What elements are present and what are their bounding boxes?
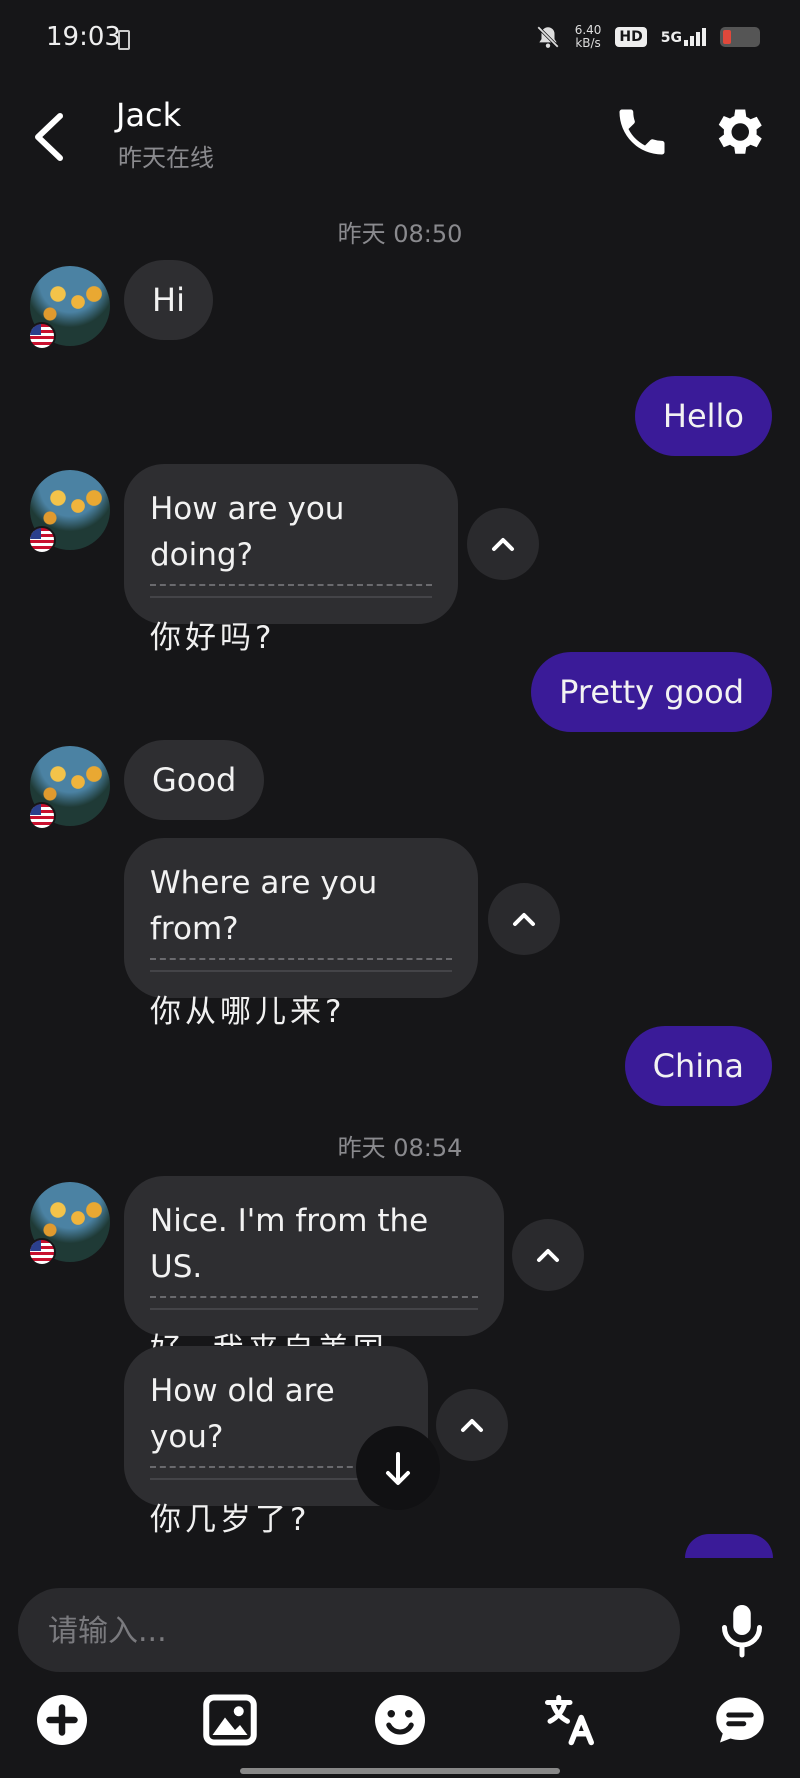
chat-button[interactable] xyxy=(710,1690,770,1750)
chevron-up-icon xyxy=(492,538,514,551)
chat-header: Jack 昨天在线 xyxy=(0,80,800,200)
mute-bell-icon xyxy=(536,26,559,48)
translated-text: 你好吗? xyxy=(150,620,276,656)
add-icon xyxy=(37,1695,87,1745)
outgoing-message[interactable]: Pretty good xyxy=(531,652,772,732)
call-button[interactable] xyxy=(612,102,672,162)
timestamp: 昨天 08:50 xyxy=(337,220,463,248)
outgoing-message[interactable]: Hello xyxy=(634,376,772,456)
scroll-to-bottom-button[interactable] xyxy=(356,1426,440,1510)
divider xyxy=(150,970,452,972)
phone-icon xyxy=(619,109,665,155)
divider xyxy=(150,1308,478,1310)
outgoing-message[interactable]: China xyxy=(624,1026,772,1106)
battery-low-icon xyxy=(720,27,760,47)
collapse-translation-button[interactable] xyxy=(512,1219,584,1291)
translated-text: 你从哪儿来? xyxy=(150,994,346,1030)
microphone-icon xyxy=(722,1605,762,1658)
network-speed-unit: kB/s xyxy=(575,36,601,50)
incoming-translated-message[interactable]: How are you doing? 你好吗? xyxy=(124,464,458,656)
arrow-down-icon xyxy=(386,1452,410,1485)
status-bar: 19:03 6.40 kB/s HD 5G xyxy=(0,0,800,80)
contact-name[interactable]: Jack xyxy=(116,96,181,134)
us-flag-icon xyxy=(28,802,56,830)
incoming-message[interactable]: Hi xyxy=(124,260,213,340)
hd-badge: HD xyxy=(615,27,647,47)
translate-icon xyxy=(545,1695,594,1746)
settings-button[interactable] xyxy=(708,102,768,162)
sim-card-icon xyxy=(118,30,130,50)
status-indicators: 6.40 kB/s HD 5G xyxy=(535,24,760,50)
divider xyxy=(150,596,432,598)
home-indicator[interactable] xyxy=(240,1768,560,1774)
contact-status: 昨天在线 xyxy=(118,144,214,172)
image-button[interactable] xyxy=(200,1690,260,1750)
image-icon xyxy=(203,1694,257,1746)
incoming-message[interactable]: Good xyxy=(124,740,265,820)
gear-icon xyxy=(718,109,762,154)
voice-input-button[interactable] xyxy=(712,1600,772,1660)
emoji-button[interactable] xyxy=(370,1690,430,1750)
back-button[interactable] xyxy=(24,102,84,172)
add-button[interactable] xyxy=(32,1690,92,1750)
outgoing-message-partial[interactable] xyxy=(685,1534,773,1558)
signal-bars-icon xyxy=(684,28,706,46)
incoming-translated-message[interactable]: Where are you from? 你从哪儿来? xyxy=(124,838,478,1030)
original-text: How are you doing? xyxy=(150,486,432,586)
incoming-translated-message[interactable]: Nice. I'm from the US. 好. 我来自美国. xyxy=(124,1176,504,1368)
chevron-up-icon xyxy=(461,1419,483,1432)
back-arrow-icon xyxy=(35,113,63,161)
collapse-translation-button[interactable] xyxy=(436,1389,508,1461)
translate-button[interactable] xyxy=(540,1690,600,1750)
emoji-icon xyxy=(375,1695,425,1745)
collapse-translation-button[interactable] xyxy=(467,508,539,580)
chevron-up-icon xyxy=(537,1249,559,1262)
chevron-up-icon xyxy=(513,913,535,926)
us-flag-icon xyxy=(28,526,56,554)
signal-indicator: 5G xyxy=(661,28,706,46)
us-flag-icon xyxy=(28,322,56,350)
network-speed: 6.40 kB/s xyxy=(575,24,602,50)
original-text: Where are you from? xyxy=(150,860,452,960)
status-time: 19:03 xyxy=(46,22,121,52)
network-type: 5G xyxy=(660,30,682,46)
collapse-translation-button[interactable] xyxy=(488,883,560,955)
chat-icon xyxy=(716,1697,764,1743)
original-text: Nice. I'm from the US. xyxy=(150,1198,478,1298)
message-input[interactable] xyxy=(46,1588,650,1674)
us-flag-icon xyxy=(28,1238,56,1266)
message-input-container xyxy=(18,1588,680,1674)
timestamp: 昨天 08:54 xyxy=(337,1134,463,1162)
bottom-toolbar xyxy=(0,1690,800,1760)
